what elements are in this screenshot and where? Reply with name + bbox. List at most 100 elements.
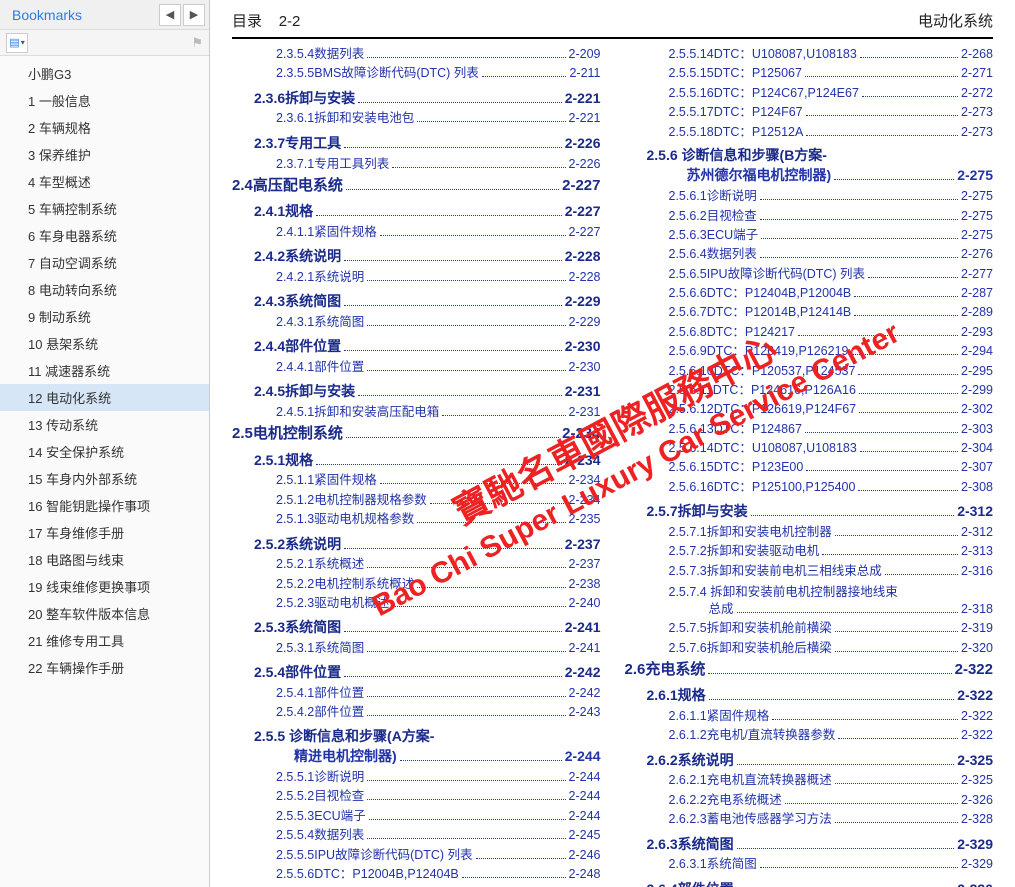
toc-entry[interactable]: 2.6.1.1 紧固件规格2-322	[625, 707, 994, 726]
toc-entry[interactable]: 2.5.1.2 电机控制器规格参数2-234	[232, 491, 601, 510]
toc-entry[interactable]: 2.3.7 专用工具2-226	[232, 133, 601, 155]
toc-entry[interactable]: 2.6.2.1 充电机直流转换器概述2-325	[625, 771, 994, 790]
bookmark-item[interactable]: 15 车身内外部系统	[0, 465, 209, 492]
toc-entry[interactable]: 2.4.4 部件位置2-230	[232, 336, 601, 358]
toc-entry[interactable]: 2.5.5.6 DTC：P12004B,P12404B2-248	[232, 865, 601, 884]
toc-entry[interactable]: 2.5.6.4 数据列表2-276	[625, 245, 994, 264]
toc-entry[interactable]: 2.3.6.1 拆卸和安装电池包2-221	[232, 109, 601, 128]
toc-entry[interactable]: 2.3.5.5 BMS故障诊断代码(DTC) 列表2-211	[232, 64, 601, 83]
toc-entry[interactable]: 2.5.1.1 紧固件规格2-234	[232, 471, 601, 490]
options-dropdown[interactable]: ▤▾	[6, 33, 28, 53]
toc-entry[interactable]: 2.4.2 系统说明2-228	[232, 246, 601, 268]
toc-entry[interactable]: 2.5.6.7 DTC：P12014B,P12414B2-289	[625, 303, 994, 322]
toc-entry[interactable]: 2.5.7.5 拆卸和安装机舱前横梁2-319	[625, 619, 994, 638]
toc-entry[interactable]: 2.5.5.14 DTC：U108087,U1081832-268	[625, 45, 994, 64]
bookmark-item[interactable]: 14 安全保护系统	[0, 438, 209, 465]
toc-entry[interactable]: 2.5.3 系统简图2-241	[232, 617, 601, 639]
toc-entry[interactable]: 2.5.7.4 拆卸和安装前电机控制器接地线束总成2-318	[625, 581, 994, 619]
toc-entry[interactable]: 2.5.2.3 驱动电机概述2-240	[232, 594, 601, 613]
bookmark-item[interactable]: 11 减速器系统	[0, 357, 209, 384]
toc-entry[interactable]: 2.5.5.4 数据列表2-245	[232, 826, 601, 845]
toc-entry[interactable]: 2.5.2 系统说明2-237	[232, 534, 601, 556]
bookmark-item[interactable]: 19 线束维修更换事项	[0, 573, 209, 600]
toc-entry[interactable]: 2.5.6.8 DTC：P1242172-293	[625, 323, 994, 342]
toc-entry[interactable]: 2.4.3.1 系统简图2-229	[232, 313, 601, 332]
toc-entry[interactable]: 2.5.4.2 部件位置2-243	[232, 703, 601, 722]
toc-entry[interactable]: 2.3.7.1 专用工具列表2-226	[232, 155, 601, 174]
toc-entry[interactable]: 2.6.2.3 蓄电池传感器学习方法2-328	[625, 810, 994, 829]
toc-entry[interactable]: 2.5.5.17 DTC：P124F672-273	[625, 103, 994, 122]
toc-entry[interactable]: 2.5.7 拆卸与安装2-312	[625, 501, 994, 523]
bookmark-item[interactable]: 2 车辆规格	[0, 114, 209, 141]
toc-entry[interactable]: 2.5.6.5 IPU故障诊断代码(DTC) 列表2-277	[625, 265, 994, 284]
toc-entry[interactable]: 2.5.5.16 DTC：P124C67,P124E672-272	[625, 84, 994, 103]
bookmark-item[interactable]: 8 电动转向系统	[0, 276, 209, 303]
toc-entry[interactable]: 2.5.4 部件位置2-242	[232, 662, 601, 684]
toc-entry[interactable]: 2.5.2.2 电机控制系统概述2-238	[232, 575, 601, 594]
toc-entry[interactable]: 2.3.6 拆卸与安装2-221	[232, 88, 601, 110]
bookmark-item[interactable]: 9 制动系统	[0, 303, 209, 330]
toc-entry[interactable]: 2.6.3 系统简图2-329	[625, 834, 994, 856]
toc-entry[interactable]: 2.4 高压配电系统2-227	[232, 174, 601, 197]
toc-entry[interactable]: 2.5.6.6 DTC：P12404B,P12004B2-287	[625, 284, 994, 303]
toc-entry[interactable]: 2.4.1.1 紧固件规格2-227	[232, 223, 601, 242]
bookmark-item[interactable]: 13 传动系统	[0, 411, 209, 438]
toc-entry[interactable]: 2.5.1 规格2-234	[232, 450, 601, 472]
toc-entry[interactable]: 2.4.2.1 系统说明2-228	[232, 268, 601, 287]
toc-entry[interactable]: 2.5.5.3 ECU端子2-244	[232, 807, 601, 826]
bookmark-item[interactable]: 7 自动空调系统	[0, 249, 209, 276]
toc-entry[interactable]: 2.5.6.11 DTC：P124616,P126A162-299	[625, 381, 994, 400]
toc-entry[interactable]: 2.5.6.13 DTC：P1248672-303	[625, 420, 994, 439]
toc-entry[interactable]: 2.5.5 诊断信息和步骤(A方案-精进电机控制器)2-244	[232, 727, 601, 768]
toc-entry[interactable]: 2.5.6.2 目视检查2-275	[625, 207, 994, 226]
toc-entry[interactable]: 2.5.6.1 诊断说明2-275	[625, 187, 994, 206]
bookmark-item[interactable]: 小鹏G3	[0, 60, 209, 87]
toc-entry[interactable]: 2.5 电机控制系统2-234	[232, 422, 601, 445]
bookmark-item[interactable]: 10 悬架系统	[0, 330, 209, 357]
toc-entry[interactable]: 2.5.7.1 拆卸和安装电机控制器2-312	[625, 523, 994, 542]
bookmark-item[interactable]: 22 车辆操作手册	[0, 654, 209, 681]
toc-entry[interactable]: 2.5.3.1 系统简图2-241	[232, 639, 601, 658]
toc-entry[interactable]: 2.6 充电系统2-322	[625, 658, 994, 681]
next-button[interactable]: ▶	[183, 4, 205, 26]
toc-entry[interactable]: 2.5.2.1 系统概述2-237	[232, 555, 601, 574]
toc-entry[interactable]: 2.5.6.14 DTC：U108087,U1081832-304	[625, 439, 994, 458]
toc-entry[interactable]: 2.5.4.1 部件位置2-242	[232, 684, 601, 703]
bookmark-item[interactable]: 6 车身电器系统	[0, 222, 209, 249]
toc-entry[interactable]: 2.5.7.3 拆卸和安装前电机三相线束总成2-316	[625, 562, 994, 581]
toc-entry[interactable]: 2.5.6.16 DTC：P125100,P1254002-308	[625, 478, 994, 497]
bookmark-item[interactable]: 1 一般信息	[0, 87, 209, 114]
bookmark-item[interactable]: 4 车型概述	[0, 168, 209, 195]
toc-entry[interactable]: 2.5.6.10 DTC：P120537,P1245372-295	[625, 362, 994, 381]
toc-entry[interactable]: 2.5.5.5 IPU故障诊断代码(DTC) 列表2-246	[232, 846, 601, 865]
toc-entry[interactable]: 2.6.3.1 系统简图2-329	[625, 855, 994, 874]
toc-entry[interactable]: 2.6.1.2 充电机/直流转换器参数2-322	[625, 726, 994, 745]
bookmark-item[interactable]: 16 智能钥匙操作事项	[0, 492, 209, 519]
toc-entry[interactable]: 2.6.2 系统说明2-325	[625, 750, 994, 772]
toc-entry[interactable]: 2.5.7.2 拆卸和安装驱动电机2-313	[625, 542, 994, 561]
bookmark-item[interactable]: 3 保养维护	[0, 141, 209, 168]
toc-entry[interactable]: 2.5.6.15 DTC：P123E002-307	[625, 458, 994, 477]
bookmark-item[interactable]: 17 车身维修手册	[0, 519, 209, 546]
bookmark-item[interactable]: 18 电路图与线束	[0, 546, 209, 573]
bookmark-flag-icon[interactable]: ⚑	[191, 35, 203, 51]
toc-entry[interactable]: 2.5.6.9 DTC：P126419,P1262192-294	[625, 342, 994, 361]
toc-entry[interactable]: 2.5.5.18 DTC：P12512A2-273	[625, 123, 994, 142]
toc-entry[interactable]: 2.5.6 诊断信息和步骤(B方案-苏州德尔福电机控制器)2-275	[625, 146, 994, 187]
toc-entry[interactable]: 2.5.6.12 DTC：P126619,P124F672-302	[625, 400, 994, 419]
bookmark-item[interactable]: 20 整车软件版本信息	[0, 600, 209, 627]
prev-button[interactable]: ◀	[159, 4, 181, 26]
toc-entry[interactable]: 2.5.7.6 拆卸和安装机舱后横梁2-320	[625, 639, 994, 658]
bookmark-item[interactable]: 21 维修专用工具	[0, 627, 209, 654]
toc-entry[interactable]: 2.4.4.1 部件位置2-230	[232, 358, 601, 377]
toc-entry[interactable]: 2.4.5.1 拆卸和安装高压配电箱2-231	[232, 403, 601, 422]
bookmark-item[interactable]: 12 电动化系统	[0, 384, 209, 411]
toc-entry[interactable]: 2.3.5.4 数据列表2-209	[232, 45, 601, 64]
toc-entry[interactable]: 2.5.1.3 驱动电机规格参数2-235	[232, 510, 601, 529]
toc-entry[interactable]: 2.6.4 部件位置2-330	[625, 879, 994, 887]
toc-entry[interactable]: 2.5.5.1 诊断说明2-244	[232, 768, 601, 787]
bookmark-item[interactable]: 5 车辆控制系统	[0, 195, 209, 222]
toc-entry[interactable]: 2.6.2.2 充电系统概述2-326	[625, 791, 994, 810]
toc-entry[interactable]: 2.4.3 系统简图2-229	[232, 291, 601, 313]
toc-entry[interactable]: 2.4.5 拆卸与安装2-231	[232, 381, 601, 403]
